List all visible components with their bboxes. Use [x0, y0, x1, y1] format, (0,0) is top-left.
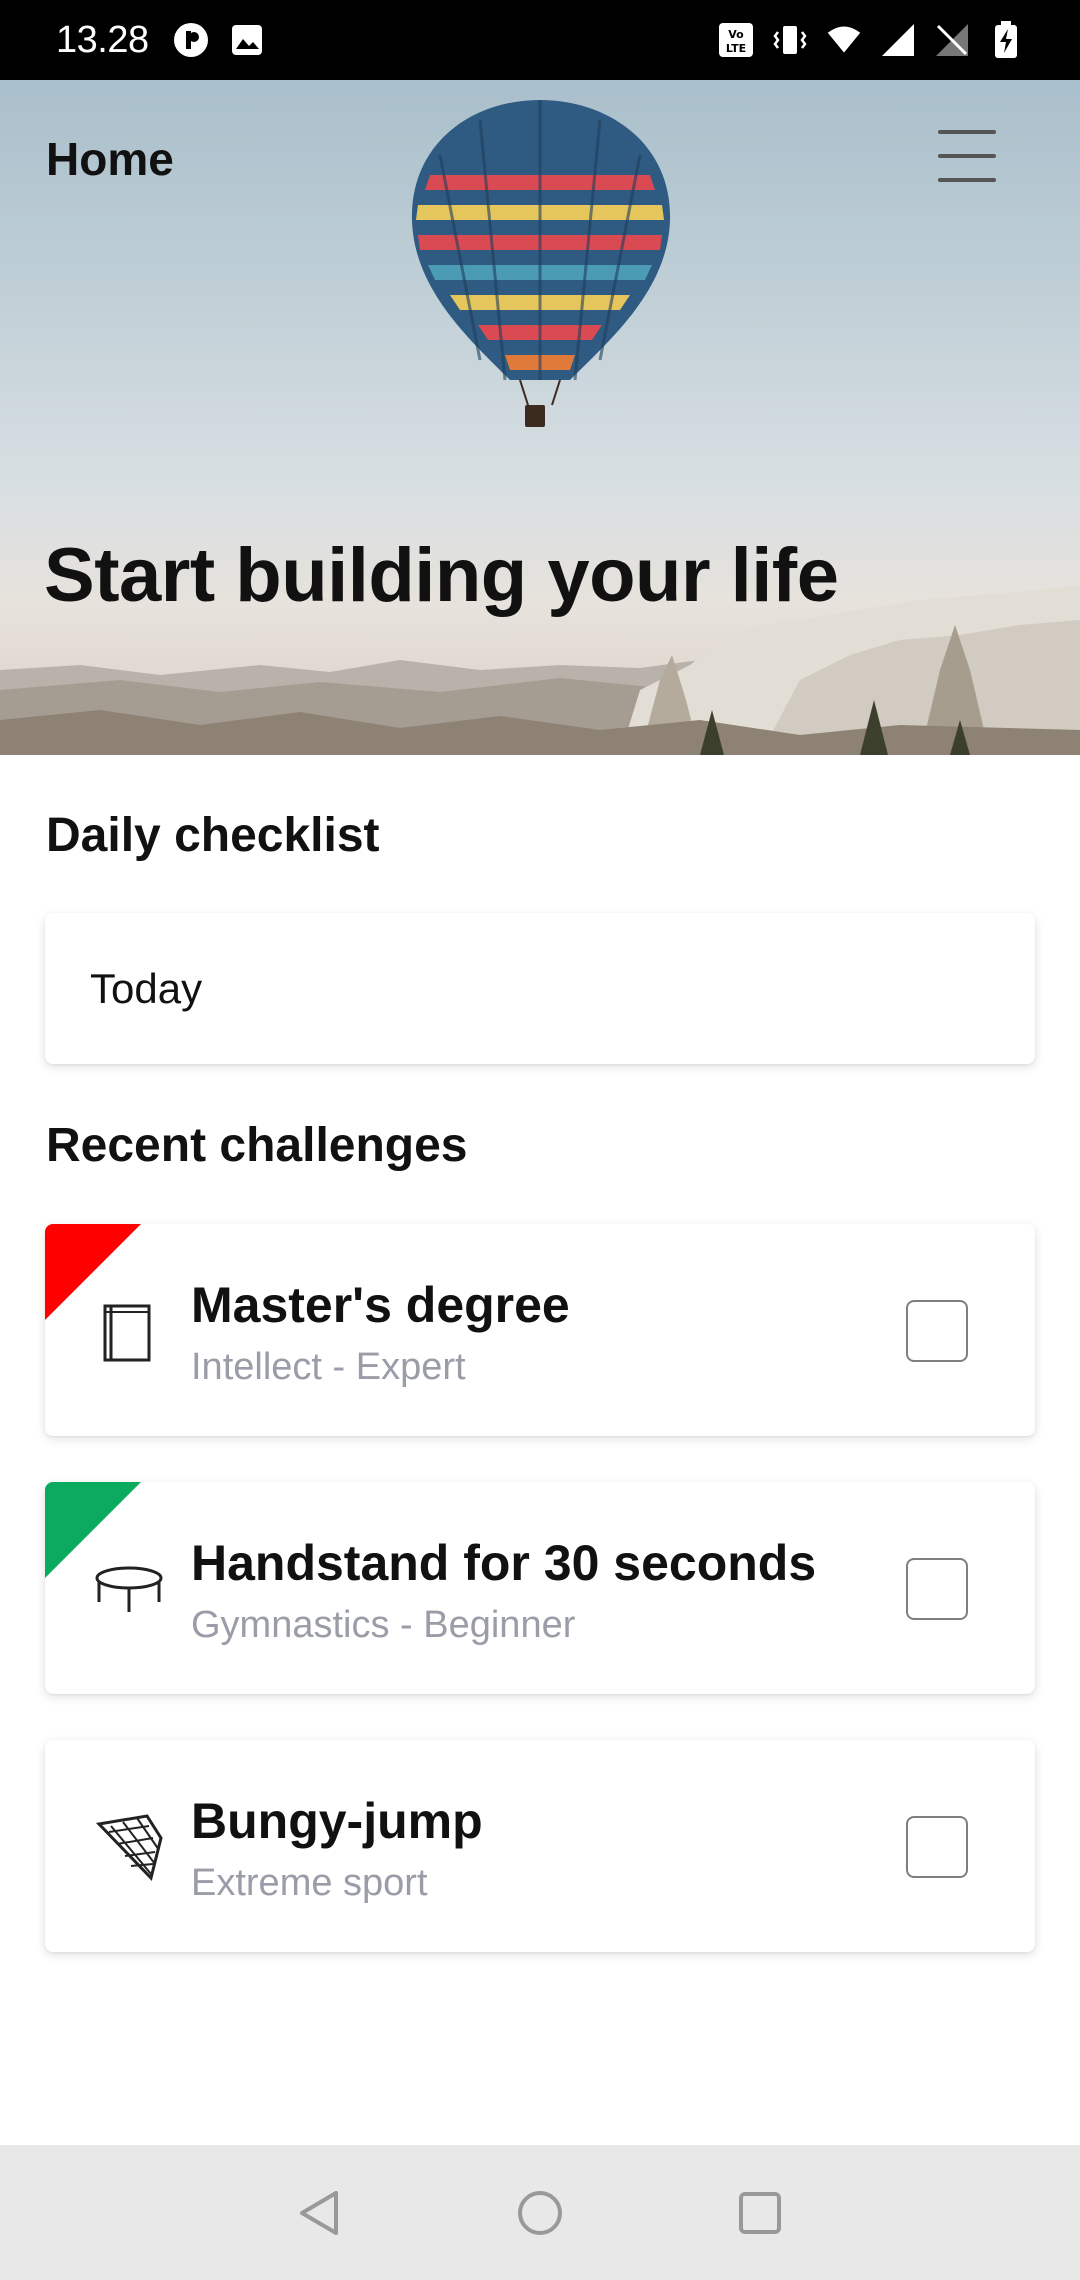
- system-navigation-bar: [0, 2145, 1080, 2280]
- no-signal-icon: [934, 22, 970, 58]
- challenge-subtitle: Gymnastics - Beginner: [191, 1604, 576, 1646]
- hamburger-menu-icon[interactable]: [938, 130, 996, 182]
- home-icon[interactable]: [505, 2178, 575, 2248]
- challenge-title: Bungy-jump: [191, 1793, 483, 1849]
- book-icon: [89, 1292, 169, 1372]
- challenge-title: Master's degree: [191, 1277, 570, 1333]
- status-left-icons: [173, 22, 265, 58]
- volte-icon: Vo LTE: [718, 22, 754, 58]
- vibrate-icon: [772, 22, 808, 58]
- recent-challenges-heading: Recent challenges: [46, 1119, 468, 1172]
- hero-banner: Home Start building your life: [0, 80, 1080, 755]
- today-checklist-card[interactable]: Today: [45, 913, 1035, 1064]
- status-time: 13.28: [56, 18, 149, 61]
- battery-charging-icon: [988, 21, 1024, 58]
- svg-text:LTE: LTE: [726, 42, 746, 55]
- hero-headline: Start building your life: [44, 533, 839, 618]
- status-right-icons: Vo LTE: [718, 21, 1024, 58]
- wifi-icon: [826, 22, 862, 58]
- challenge-title: Handstand for 30 seconds: [191, 1535, 817, 1591]
- net-icon: [89, 1808, 169, 1888]
- trampoline-icon: [89, 1550, 169, 1630]
- today-label: Today: [90, 965, 203, 1012]
- status-bar: 13.28 Vo LTE: [0, 0, 1080, 80]
- back-icon[interactable]: [285, 2178, 355, 2248]
- challenge-card[interactable]: Handstand for 30 seconds Gymnastics - Be…: [45, 1482, 1035, 1694]
- circle-p-icon: [173, 22, 209, 58]
- challenge-subtitle: Extreme sport: [191, 1862, 428, 1904]
- signal-icon: [880, 22, 916, 58]
- challenge-subtitle: Intellect - Expert: [191, 1346, 466, 1388]
- image-icon: [229, 22, 265, 58]
- page-title: Home: [46, 133, 174, 185]
- challenge-card[interactable]: Bungy-jump Extreme sport: [45, 1740, 1035, 1952]
- daily-checklist-heading: Daily checklist: [46, 809, 380, 862]
- challenge-checkbox[interactable]: [906, 1816, 968, 1878]
- svg-text:Vo: Vo: [728, 28, 744, 41]
- challenge-checkbox[interactable]: [906, 1558, 968, 1620]
- challenge-checkbox[interactable]: [906, 1300, 968, 1362]
- hot-air-balloon: [411, 100, 671, 427]
- challenge-card[interactable]: Master's degree Intellect - Expert: [45, 1224, 1035, 1436]
- recents-icon[interactable]: [725, 2178, 795, 2248]
